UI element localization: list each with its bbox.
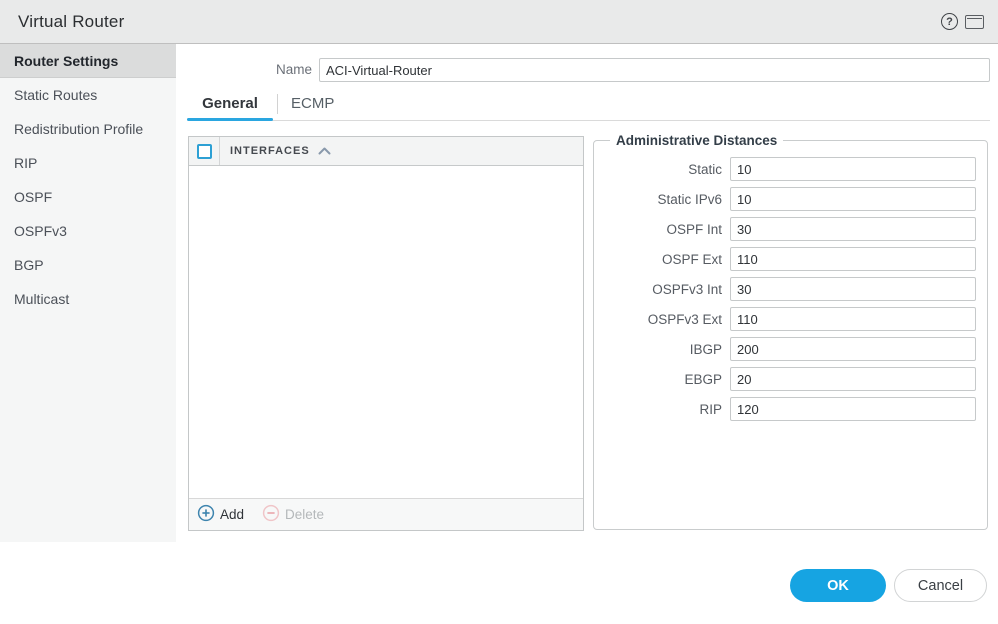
add-interface-button[interactable]: Add bbox=[197, 504, 244, 525]
dialog-titlebar: Virtual Router ? bbox=[0, 0, 998, 44]
field-row-static-ipv6: Static IPv6 bbox=[602, 187, 976, 211]
help-icon[interactable]: ? bbox=[941, 13, 958, 30]
field-row-ibgp: IBGP bbox=[602, 337, 976, 361]
interfaces-table: INTERFACES Add Delete bbox=[188, 136, 584, 531]
window-icon[interactable] bbox=[965, 14, 984, 29]
static-label: Static bbox=[688, 161, 722, 177]
ok-button[interactable]: OK bbox=[790, 569, 886, 602]
field-row-ospfv3-int: OSPFv3 Int bbox=[602, 277, 976, 301]
ospfv3-ext-label: OSPFv3 Ext bbox=[647, 311, 722, 327]
interfaces-table-footer: Add Delete bbox=[189, 498, 583, 530]
sidebar-item-multicast[interactable]: Multicast bbox=[0, 282, 176, 316]
rip-label: RIP bbox=[699, 401, 722, 417]
interfaces-column-header[interactable]: INTERFACES bbox=[220, 137, 583, 165]
field-row-rip: RIP bbox=[602, 397, 976, 421]
add-icon bbox=[197, 504, 215, 525]
rip-input[interactable] bbox=[730, 397, 976, 421]
ospf-ext-input[interactable] bbox=[730, 247, 976, 271]
active-tab-underline bbox=[187, 118, 273, 121]
name-field-label: Name bbox=[275, 62, 312, 77]
interfaces-column-label: INTERFACES bbox=[230, 145, 310, 157]
sidebar-item-static-routes[interactable]: Static Routes bbox=[0, 78, 176, 112]
name-input[interactable] bbox=[319, 58, 990, 82]
sidebar-item-redistribution-profile[interactable]: Redistribution Profile bbox=[0, 112, 176, 146]
field-row-ebgp: EBGP bbox=[602, 367, 976, 391]
ospf-int-input[interactable] bbox=[730, 217, 976, 241]
ibgp-input[interactable] bbox=[730, 337, 976, 361]
interfaces-table-body bbox=[189, 166, 583, 498]
ibgp-label: IBGP bbox=[689, 341, 722, 357]
ospf-ext-label: OSPF Ext bbox=[661, 251, 722, 267]
field-row-ospf-int: OSPF Int bbox=[602, 217, 976, 241]
cancel-button[interactable]: Cancel bbox=[894, 569, 987, 602]
sidebar: Router Settings Static Routes Redistribu… bbox=[0, 44, 176, 542]
tab-ecmp[interactable]: ECMP bbox=[278, 90, 347, 118]
ospfv3-int-label: OSPFv3 Int bbox=[652, 281, 722, 297]
sidebar-item-ospfv3[interactable]: OSPFv3 bbox=[0, 214, 176, 248]
delete-icon bbox=[262, 504, 280, 525]
administrative-distances-group: Administrative Distances Static Static I… bbox=[593, 133, 988, 530]
sidebar-item-rip[interactable]: RIP bbox=[0, 146, 176, 180]
field-row-ospfv3-ext: OSPFv3 Ext bbox=[602, 307, 976, 331]
sort-ascending-icon bbox=[318, 147, 331, 155]
field-row-ospf-ext: OSPF Ext bbox=[602, 247, 976, 271]
select-all-checkbox[interactable] bbox=[196, 143, 212, 159]
administrative-distances-legend: Administrative Distances bbox=[616, 133, 778, 148]
ebgp-input[interactable] bbox=[730, 367, 976, 391]
static-ipv6-input[interactable] bbox=[730, 187, 976, 211]
delete-interface-button[interactable]: Delete bbox=[262, 504, 324, 525]
ospfv3-int-input[interactable] bbox=[730, 277, 976, 301]
sidebar-item-ospf[interactable]: OSPF bbox=[0, 180, 176, 214]
tabs-rule bbox=[188, 120, 990, 121]
select-all-cell bbox=[189, 137, 220, 165]
tab-general[interactable]: General bbox=[187, 90, 273, 118]
add-button-label: Add bbox=[220, 507, 245, 522]
sidebar-item-bgp[interactable]: BGP bbox=[0, 248, 176, 282]
sidebar-item-router-settings[interactable]: Router Settings bbox=[0, 44, 176, 78]
interfaces-table-header: INTERFACES bbox=[189, 137, 583, 166]
static-input[interactable] bbox=[730, 157, 976, 181]
field-row-static: Static bbox=[602, 157, 976, 181]
delete-button-label: Delete bbox=[285, 507, 325, 522]
static-ipv6-label: Static IPv6 bbox=[657, 191, 722, 207]
virtual-router-dialog: Virtual Router ? Router Settings Static … bbox=[0, 0, 998, 624]
ospf-int-label: OSPF Int bbox=[666, 221, 722, 237]
ospfv3-ext-input[interactable] bbox=[730, 307, 976, 331]
titlebar-icons: ? bbox=[941, 13, 984, 30]
dialog-title: Virtual Router bbox=[18, 11, 125, 31]
ebgp-label: EBGP bbox=[684, 371, 722, 387]
